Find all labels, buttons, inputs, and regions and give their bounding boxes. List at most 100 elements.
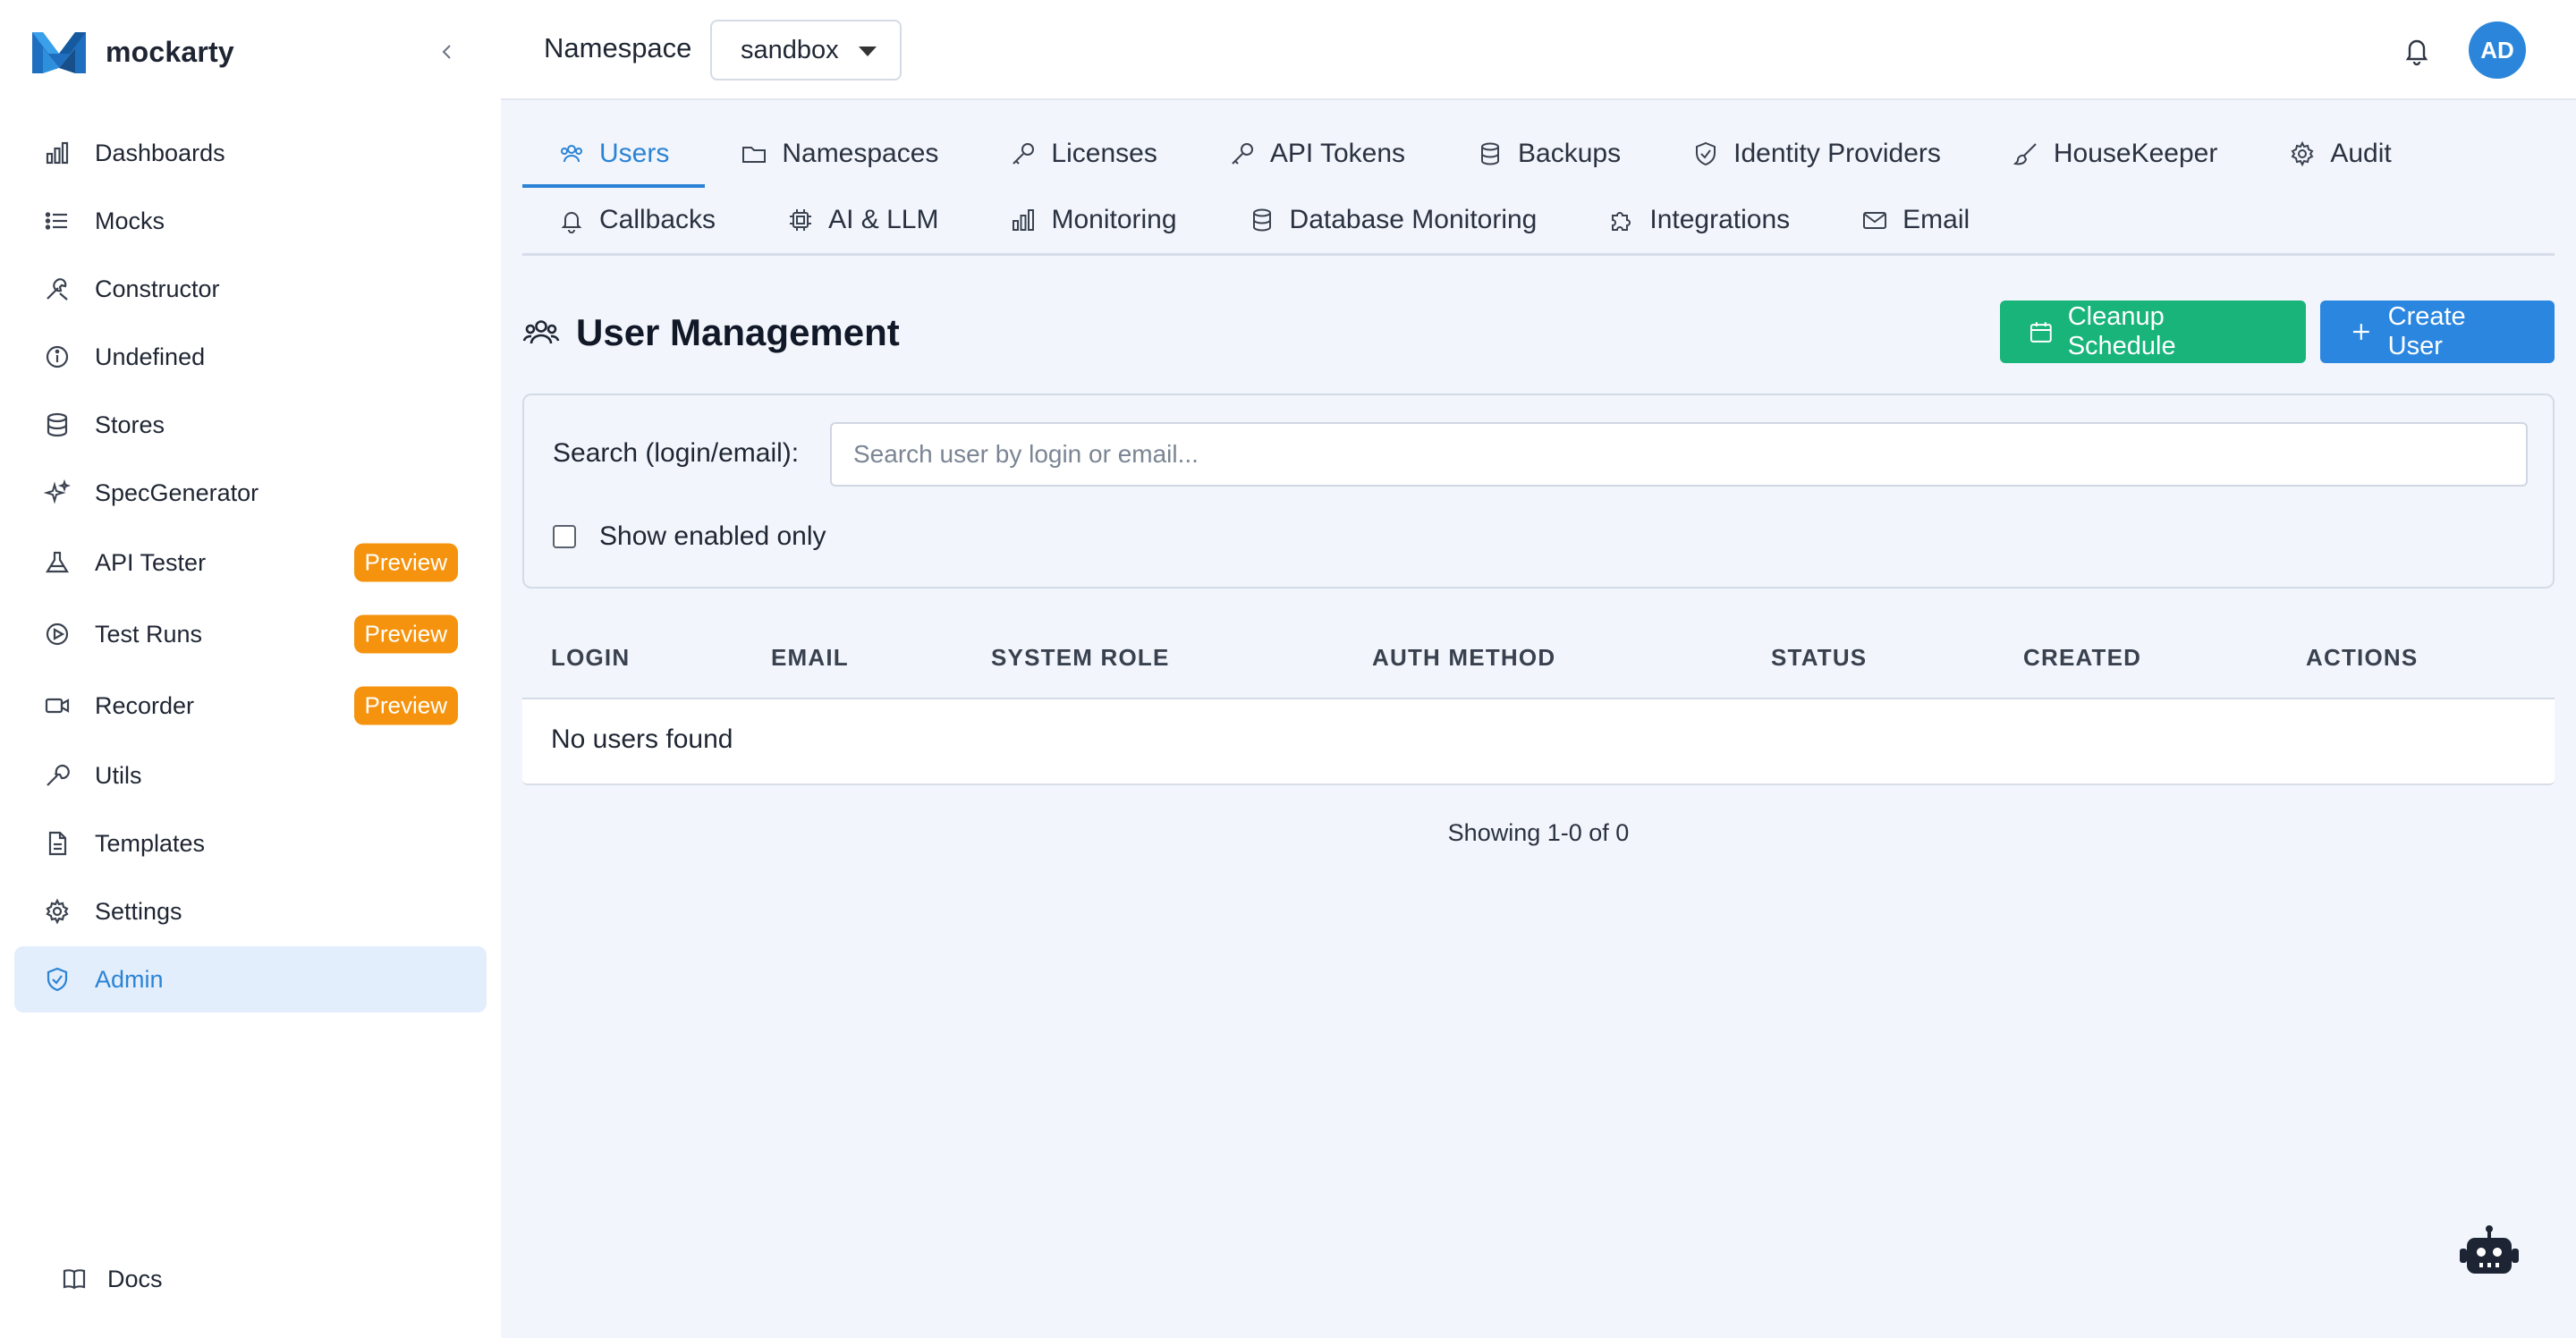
column-header-auth-method[interactable]: AUTH METHOD — [1372, 644, 1555, 672]
namespace-value: sandbox — [741, 35, 839, 64]
sidebar-nav: Dashboards Mocks Constructor Undefined S… — [14, 120, 487, 1014]
tab-label: Namespaces — [782, 139, 939, 168]
show-enabled-checkbox[interactable] — [553, 525, 576, 548]
sidebar-item-label: Settings — [95, 897, 182, 925]
puzzle-icon — [1608, 207, 1635, 233]
tab-email[interactable]: Email — [1826, 188, 2005, 252]
shield-icon — [1692, 140, 1719, 167]
play-circle-icon — [43, 620, 72, 648]
tab-label: Monitoring — [1051, 205, 1177, 234]
sidebar-item-admin[interactable]: Admin — [14, 946, 487, 1012]
sidebar-item-dashboards[interactable]: Dashboards — [14, 120, 487, 186]
key-icon — [1010, 140, 1037, 167]
tab-row: Callbacks AI & LLM Monitoring Database M… — [522, 188, 2005, 252]
brand[interactable]: mockarty — [30, 27, 234, 77]
column-header-email[interactable]: EMAIL — [771, 644, 849, 672]
database-icon — [43, 411, 72, 439]
notifications-button[interactable] — [2399, 32, 2435, 68]
tab-licenses[interactable]: Licenses — [974, 122, 1192, 186]
tab-audit[interactable]: Audit — [2253, 122, 2427, 186]
tab-database-monitoring[interactable]: Database Monitoring — [1213, 188, 1573, 252]
create-user-button[interactable]: Create User — [2320, 301, 2555, 363]
collapse-sidebar-button[interactable] — [431, 36, 463, 68]
bell-icon — [558, 207, 585, 233]
cleanup-schedule-button[interactable]: Cleanup Schedule — [2000, 301, 2306, 363]
tab-label: AI & LLM — [828, 205, 939, 234]
tab-housekeeper[interactable]: HouseKeeper — [1977, 122, 2253, 186]
sidebar-item-label: SpecGenerator — [95, 478, 259, 506]
plus-icon — [2352, 324, 2369, 340]
database-icon — [1477, 140, 1504, 167]
sidebar-item-utils[interactable]: Utils — [14, 742, 487, 809]
tab-label: Database Monitoring — [1289, 205, 1538, 234]
database-icon — [1249, 207, 1275, 233]
cpu-icon — [787, 207, 814, 233]
app-name: mockarty — [106, 35, 234, 68]
tab-identity-providers[interactable]: Identity Providers — [1657, 122, 1977, 186]
gear-icon — [43, 897, 72, 926]
sidebar: mockarty Dashboards Mocks Constructor Un… — [0, 0, 501, 1338]
info-icon — [43, 343, 72, 371]
sidebar-item-label: Stores — [95, 411, 165, 438]
admin-tabs: Users Namespaces Licenses API Tokens Bac… — [522, 122, 2555, 256]
sidebar-item-label: API Tester — [95, 548, 207, 576]
tab-label: Integrations — [1649, 205, 1791, 234]
filter-card: Search (login/email): Show enabled only — [522, 394, 2555, 589]
tab-label: Callbacks — [599, 205, 716, 234]
sidebar-item-label: Constructor — [95, 275, 220, 302]
sidebar-item-constructor[interactable]: Constructor — [14, 256, 487, 322]
show-enabled-toggle[interactable]: Show enabled only — [553, 517, 826, 556]
file-text-icon — [43, 829, 72, 858]
tab-label: Backups — [1518, 139, 1622, 168]
tab-callbacks[interactable]: Callbacks — [522, 188, 751, 252]
bar-chart-icon — [1010, 207, 1037, 233]
tab-ai-llm[interactable]: AI & LLM — [751, 188, 974, 252]
sidebar-item-templates[interactable]: Templates — [14, 810, 487, 876]
column-header-created[interactable]: CREATED — [2023, 644, 2141, 672]
mockarty-logo-icon — [32, 32, 86, 73]
tab-monitoring[interactable]: Monitoring — [974, 188, 1212, 252]
sidebar-item-specgenerator[interactable]: SpecGenerator — [14, 460, 487, 526]
empty-message: No users found — [551, 724, 733, 754]
preview-badge: Preview — [353, 686, 458, 725]
sidebar-item-label: Admin — [95, 965, 164, 993]
sidebar-item-label: Undefined — [95, 343, 206, 370]
tab-api-tokens[interactable]: API Tokens — [1193, 122, 1441, 186]
wrench-icon — [43, 761, 72, 790]
sidebar-item-test-runs[interactable]: Test Runs Preview — [14, 599, 487, 669]
column-header-status[interactable]: STATUS — [1771, 644, 1867, 672]
tab-label: Users — [599, 139, 670, 168]
sidebar-item-recorder[interactable]: Recorder Preview — [14, 671, 487, 741]
sidebar-item-settings[interactable]: Settings — [14, 878, 487, 944]
sidebar-item-api-tester[interactable]: API Tester Preview — [14, 528, 487, 597]
column-header-system-role[interactable]: SYSTEM ROLE — [991, 644, 1170, 672]
tab-label: Email — [1902, 205, 1970, 234]
tab-users[interactable]: Users — [522, 122, 706, 188]
namespace-select[interactable]: sandbox — [710, 20, 902, 80]
assistant-bot-button[interactable] — [2456, 1224, 2522, 1281]
sidebar-item-undefined[interactable]: Undefined — [14, 324, 487, 390]
folder-icon — [741, 140, 767, 167]
namespace-label: Namespace — [544, 32, 692, 64]
tab-namespaces[interactable]: Namespaces — [705, 122, 974, 186]
search-input[interactable] — [830, 422, 2528, 487]
chevron-left-icon — [442, 45, 451, 59]
sidebar-item-stores[interactable]: Stores — [14, 392, 487, 458]
tab-integrations[interactable]: Integrations — [1572, 188, 1826, 252]
docs-link[interactable]: Docs — [61, 1259, 163, 1299]
tab-label: Licenses — [1051, 139, 1157, 168]
column-header-login[interactable]: LOGIN — [551, 644, 630, 672]
tab-label: HouseKeeper — [2053, 139, 2218, 168]
tab-row: Users Namespaces Licenses API Tokens Bac… — [522, 122, 2428, 188]
show-enabled-label: Show enabled only — [599, 521, 826, 551]
tools-icon — [43, 275, 72, 303]
sidebar-item-label: Templates — [95, 829, 206, 857]
sidebar-item-mocks[interactable]: Mocks — [14, 188, 487, 254]
tab-backups[interactable]: Backups — [1441, 122, 1657, 186]
table-body: No users found — [522, 699, 2555, 785]
table-header: LOGIN EMAIL SYSTEM ROLE AUTH METHOD STAT… — [522, 617, 2555, 699]
list-icon — [43, 207, 72, 235]
avatar[interactable]: AD — [2469, 21, 2526, 79]
flask-icon — [43, 548, 72, 577]
page-title: User Management — [576, 311, 900, 353]
